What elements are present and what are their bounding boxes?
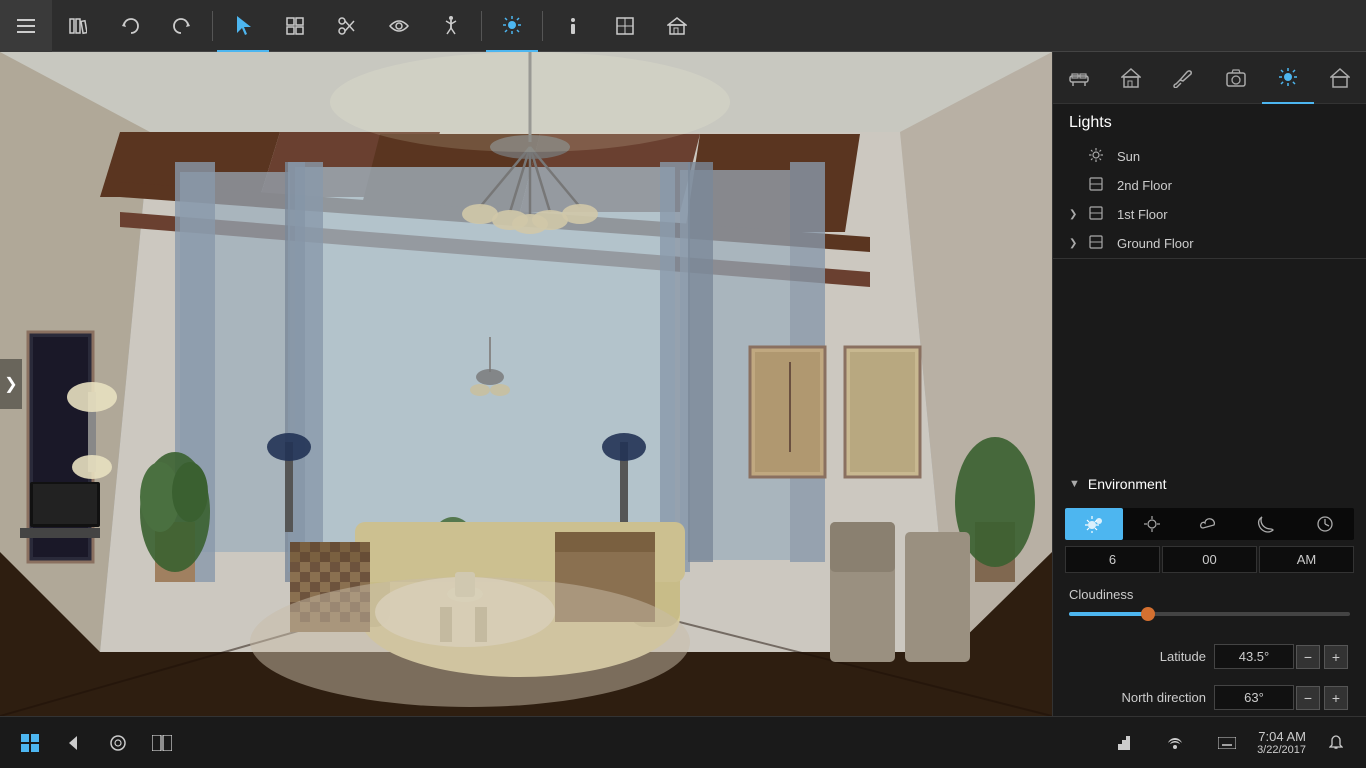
north-direction-increase-button[interactable]: + bbox=[1324, 686, 1348, 710]
lighting-panel-button[interactable] bbox=[1262, 52, 1314, 104]
light-item-2nd-floor-label: 2nd Floor bbox=[1117, 178, 1172, 193]
sun-lighting-button[interactable] bbox=[486, 0, 538, 52]
scissors-button[interactable] bbox=[321, 0, 373, 52]
cloudiness-slider[interactable] bbox=[1069, 612, 1350, 616]
weather-hazy-button[interactable] bbox=[1123, 508, 1181, 540]
top-toolbar bbox=[0, 0, 1366, 52]
time-minutes-input[interactable]: 00 bbox=[1162, 546, 1257, 573]
environment-section: ▼ Environment bbox=[1053, 466, 1366, 716]
info-button[interactable] bbox=[547, 0, 599, 52]
light-item-ground-floor[interactable]: ❯ Ground Floor bbox=[1053, 229, 1366, 258]
light-item-1st-floor[interactable]: ❯ 1st Floor bbox=[1053, 200, 1366, 229]
system-tray-icon2[interactable] bbox=[1153, 721, 1197, 765]
panel-icon-row bbox=[1053, 52, 1366, 104]
latitude-row: Latitude − + bbox=[1053, 638, 1366, 675]
weather-cloudy-button[interactable] bbox=[1181, 508, 1239, 540]
north-direction-label: North direction bbox=[1069, 690, 1206, 705]
environment-header[interactable]: ▼ Environment bbox=[1053, 466, 1366, 502]
1st-floor-icon bbox=[1089, 206, 1109, 223]
3d-house-button[interactable] bbox=[651, 0, 703, 52]
back-button[interactable] bbox=[52, 721, 96, 765]
task-view-button[interactable] bbox=[140, 721, 184, 765]
library-button[interactable] bbox=[52, 0, 104, 52]
redo-button[interactable] bbox=[156, 0, 208, 52]
menu-button[interactable] bbox=[0, 0, 52, 52]
system-tray-icon1[interactable] bbox=[1101, 721, 1145, 765]
sun-light-icon bbox=[1089, 148, 1109, 165]
furniture-panel-button[interactable] bbox=[1053, 52, 1105, 104]
clock-date: 3/22/2017 bbox=[1257, 744, 1306, 756]
1st-floor-expand-arrow: ❯ bbox=[1069, 209, 1085, 220]
house-panel-button[interactable] bbox=[1314, 52, 1366, 104]
cortana-button[interactable] bbox=[96, 721, 140, 765]
weather-custom-time-button[interactable] bbox=[1296, 508, 1354, 540]
architecture-panel-button[interactable] bbox=[1105, 52, 1157, 104]
viewport-left-arrow[interactable]: ❯ bbox=[0, 359, 22, 409]
cloudiness-thumb[interactable] bbox=[1141, 607, 1155, 621]
time-hour-input[interactable]: 6 bbox=[1065, 546, 1160, 573]
right-panel: Lights Sun 2nd Floor ❯ bbox=[1052, 52, 1366, 716]
taskbar-right: 7:04 AM 3/22/2017 bbox=[1101, 721, 1358, 765]
weather-night-button[interactable] bbox=[1238, 508, 1296, 540]
sep2 bbox=[481, 11, 482, 41]
arrange-button[interactable] bbox=[269, 0, 321, 52]
taskbar: 7:04 AM 3/22/2017 bbox=[0, 716, 1366, 768]
time-inputs-row: 6 00 AM bbox=[1065, 546, 1354, 573]
camera-panel-button[interactable] bbox=[1210, 52, 1262, 104]
keyboard-icon[interactable] bbox=[1205, 721, 1249, 765]
light-item-sun[interactable]: Sun bbox=[1053, 142, 1366, 171]
north-direction-row: North direction − + bbox=[1053, 679, 1366, 716]
latitude-decrease-button[interactable]: − bbox=[1296, 645, 1320, 669]
select-tool-button[interactable] bbox=[217, 0, 269, 52]
latitude-label: Latitude bbox=[1069, 649, 1206, 664]
cloudiness-section: Cloudiness bbox=[1053, 579, 1366, 634]
walk-button[interactable] bbox=[425, 0, 477, 52]
3d-viewport[interactable]: ❯ bbox=[0, 52, 1052, 716]
ground-floor-expand-arrow: ❯ bbox=[1069, 238, 1085, 249]
sep1 bbox=[212, 11, 213, 41]
lights-title: Lights bbox=[1053, 104, 1366, 142]
2nd-floor-icon bbox=[1089, 177, 1109, 194]
clock-time: 7:04 AM bbox=[1257, 729, 1306, 744]
north-direction-input[interactable] bbox=[1214, 685, 1294, 710]
windows-start-button[interactable] bbox=[8, 721, 52, 765]
light-item-ground-floor-label: Ground Floor bbox=[1117, 236, 1194, 251]
weather-icons-row bbox=[1065, 508, 1354, 540]
sep3 bbox=[542, 11, 543, 41]
2nd-floor-expand bbox=[1069, 180, 1085, 191]
light-item-2nd-floor[interactable]: 2nd Floor bbox=[1053, 171, 1366, 200]
time-period-input[interactable]: AM bbox=[1259, 546, 1354, 573]
main-area: ❯ Lights bbox=[0, 52, 1366, 716]
weather-clear-button[interactable] bbox=[1065, 508, 1123, 540]
panel-spacer bbox=[1053, 259, 1366, 466]
lights-section: Lights Sun 2nd Floor ❯ bbox=[1053, 104, 1366, 259]
paint-panel-button[interactable] bbox=[1157, 52, 1209, 104]
clock[interactable]: 7:04 AM 3/22/2017 bbox=[1257, 729, 1306, 756]
view-button[interactable] bbox=[373, 0, 425, 52]
cloudiness-label: Cloudiness bbox=[1069, 587, 1350, 602]
notification-button[interactable] bbox=[1314, 721, 1358, 765]
light-item-sun-label: Sun bbox=[1117, 149, 1140, 164]
latitude-input[interactable] bbox=[1214, 644, 1294, 669]
north-direction-decrease-button[interactable]: − bbox=[1296, 686, 1320, 710]
ground-floor-icon bbox=[1089, 235, 1109, 252]
environment-chevron: ▼ bbox=[1069, 478, 1080, 490]
sun-expand bbox=[1069, 151, 1085, 162]
light-item-1st-floor-label: 1st Floor bbox=[1117, 207, 1168, 222]
layout-button[interactable] bbox=[599, 0, 651, 52]
latitude-increase-button[interactable]: + bbox=[1324, 645, 1348, 669]
undo-button[interactable] bbox=[104, 0, 156, 52]
environment-title: Environment bbox=[1088, 476, 1167, 492]
